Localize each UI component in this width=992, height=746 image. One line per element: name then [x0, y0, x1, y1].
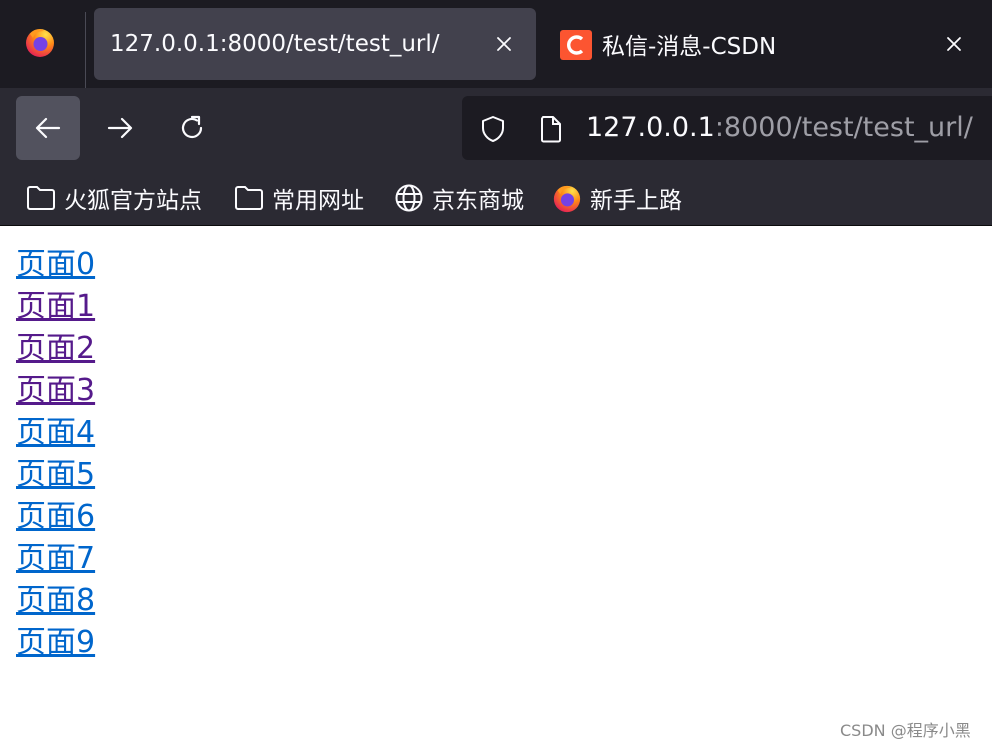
tab-title: 私信-消息-CSDN — [602, 34, 777, 60]
bookmark-label: 京东商城 — [432, 188, 524, 214]
arrow-left-icon — [35, 117, 61, 139]
tab-strip: 127.0.0.1:8000/test/test_url/ 私信-消息-CSDN — [0, 0, 992, 88]
page-link-9[interactable]: 页面9 — [16, 625, 95, 660]
page-link-7[interactable]: 页面7 — [16, 541, 95, 576]
tab-active[interactable]: 127.0.0.1:8000/test/test_url/ — [94, 8, 536, 80]
close-icon[interactable] — [494, 34, 514, 54]
page-link-4[interactable]: 页面4 — [16, 415, 95, 450]
url-path: :8000/test/test_url/ — [714, 112, 973, 143]
firefox-icon — [553, 185, 581, 213]
page-link-3[interactable]: 页面3 — [16, 373, 95, 408]
shield-icon[interactable] — [478, 114, 508, 144]
folder-icon — [27, 186, 55, 210]
address-bar[interactable]: 127.0.0.1:8000/test/test_url/ — [462, 96, 992, 160]
page-content: 页面0 页面1 页面2 页面3 页面4 页面5 页面6 页面7 页面8 页面9 — [16, 244, 95, 664]
page-icon[interactable] — [538, 114, 564, 144]
tab-separator — [85, 12, 86, 88]
page-link-1[interactable]: 页面1 — [16, 289, 95, 324]
navigation-toolbar: 127.0.0.1:8000/test/test_url/ — [0, 88, 992, 170]
bookmark-label: 新手上路 — [590, 188, 682, 214]
reload-button[interactable] — [160, 96, 224, 160]
page-link-5[interactable]: 页面5 — [16, 457, 95, 492]
page-link-2[interactable]: 页面2 — [16, 331, 95, 366]
bookmarks-toolbar: 火狐官方站点 常用网址 京东商城 新手上路 — [0, 170, 992, 226]
url-host: 127.0.0.1 — [586, 112, 715, 143]
globe-icon — [395, 184, 423, 212]
tab-inactive[interactable]: 私信-消息-CSDN — [548, 8, 984, 80]
arrow-right-icon — [107, 117, 133, 139]
bookmark-label: 常用网址 — [272, 188, 364, 214]
page-link-8[interactable]: 页面8 — [16, 583, 95, 618]
page-link-6[interactable]: 页面6 — [16, 499, 95, 534]
bookmark-item[interactable]: 常用网址 — [234, 178, 364, 218]
bookmark-item[interactable]: 火狐官方站点 — [26, 178, 202, 218]
csdn-icon — [560, 30, 592, 60]
back-button[interactable] — [16, 96, 80, 160]
watermark: CSDN @程序小黑 — [840, 721, 971, 740]
close-icon[interactable] — [944, 34, 964, 54]
bookmark-item[interactable]: 京东商城 — [394, 178, 524, 218]
reload-icon — [181, 115, 203, 139]
page-link-0[interactable]: 页面0 — [16, 247, 95, 282]
firefox-icon[interactable] — [24, 26, 56, 58]
forward-button[interactable] — [88, 96, 152, 160]
tab-title: 127.0.0.1:8000/test/test_url/ — [110, 31, 440, 57]
url-text[interactable]: 127.0.0.1:8000/test/test_url/ — [586, 112, 973, 143]
bookmark-item[interactable]: 新手上路 — [552, 178, 682, 218]
folder-icon — [235, 186, 263, 210]
bookmark-label: 火狐官方站点 — [64, 188, 202, 214]
